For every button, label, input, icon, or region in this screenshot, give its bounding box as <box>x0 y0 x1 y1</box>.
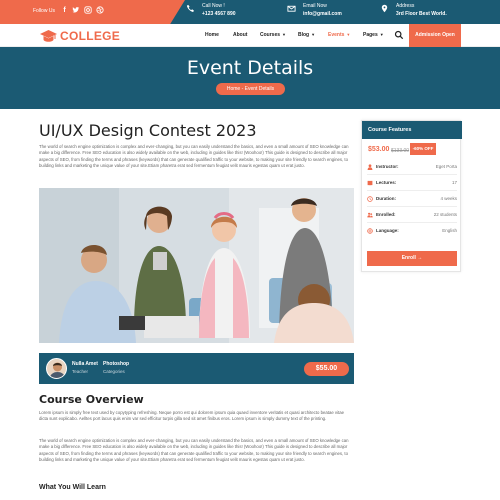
instructor-bar: Nulla Amet Teacher Photoshop Categories … <box>39 353 354 384</box>
overview-paragraph-1: Lorem ipsum is simply free text used by … <box>39 410 345 422</box>
feature-row-instructor: Instructor: Eget Porta <box>367 159 457 175</box>
call-value[interactable]: +123 4567 890 <box>202 11 236 17</box>
feature-row-duration: Duration: 4 weeks <box>367 191 457 207</box>
feature-value: 17 <box>451 180 457 185</box>
sale-price: $53.00 <box>368 146 390 153</box>
course-features-card: Course Features $53.00 $133.00 -60% OFF … <box>361 120 462 272</box>
breadcrumb-separator: - <box>241 86 244 92</box>
follow-us-label: Follow Us <box>33 8 55 14</box>
admission-open-button[interactable]: Admission Open <box>409 24 461 47</box>
discount-badge: -60% OFF <box>410 143 436 155</box>
address-value: 3rd Floor Best World. <box>396 11 447 17</box>
nav-blog[interactable]: Blog ▼ <box>298 32 315 38</box>
email-value[interactable]: info@gmail.com <box>303 11 342 17</box>
user-icon <box>367 164 373 170</box>
feature-row-lectures: Lectures: 17 <box>367 175 457 191</box>
course-overview-heading: Course Overview <box>39 393 144 406</box>
caret-down-icon: ▼ <box>346 32 351 37</box>
feature-value: 22 students <box>433 212 457 217</box>
enroll-button[interactable]: Enroll → <box>367 251 457 266</box>
users-icon <box>367 212 373 218</box>
email-label: Email Now <box>303 3 327 9</box>
email-info[interactable]: Email Now info@gmail.com <box>287 3 342 17</box>
clock-icon <box>367 196 373 202</box>
mail-icon <box>287 5 296 12</box>
search-icon[interactable] <box>394 30 404 40</box>
address-label: Address <box>396 3 415 9</box>
page-hero: Event Details Home - Event Details <box>0 47 500 109</box>
twitter-icon[interactable] <box>71 6 80 15</box>
instagram-icon[interactable] <box>83 6 92 15</box>
address-info: Address 3rd Floor Best World. <box>381 3 447 17</box>
nav-courses[interactable]: Courses ▼ <box>260 32 286 38</box>
facebook-icon[interactable]: f <box>60 6 69 15</box>
graduation-cap-icon <box>40 30 57 42</box>
feature-row-language: Language: English <box>367 223 457 239</box>
students-image <box>39 188 354 343</box>
page-title: Event Details <box>186 57 314 79</box>
what-you-will-learn-heading: What You Will Learn <box>39 484 106 491</box>
feature-row-enrolled: Enrolled: 22 students <box>367 207 457 223</box>
breadcrumb-current: Event Details <box>244 86 275 92</box>
caret-down-icon: ▼ <box>379 32 384 37</box>
call-label: Call Now ! <box>202 3 225 9</box>
top-bar: Follow Us f Call Now ! +123 4567 890 Ema… <box>0 0 500 24</box>
nav-events[interactable]: Events ▼ <box>328 32 350 38</box>
original-price: $133.00 <box>391 148 410 154</box>
instructor-name[interactable]: Nulla Amet <box>72 361 98 367</box>
instructor-role: Teacher <box>72 369 89 374</box>
category-name[interactable]: Photoshop <box>103 361 129 367</box>
nav-about[interactable]: About <box>233 32 247 38</box>
course-features-title: Course Features <box>362 121 462 139</box>
nav-home[interactable]: Home <box>205 32 219 38</box>
globe-icon <box>367 228 373 234</box>
event-title: UI/UX Design Contest 2023 <box>39 121 257 140</box>
caret-down-icon: ▼ <box>311 32 316 37</box>
logo-text: COLLEGE <box>60 29 121 43</box>
avatar[interactable] <box>46 358 67 379</box>
overview-paragraph-2: The world of search engine optimization … <box>39 438 349 463</box>
social-bar <box>0 0 185 24</box>
feature-value: 4 weeks <box>440 196 457 201</box>
nav-pages[interactable]: Pages ▼ <box>363 32 384 38</box>
book-icon <box>367 180 373 186</box>
category-label: Categories <box>103 369 125 374</box>
breadcrumb: Home - Event Details <box>216 83 285 95</box>
price-badge: $55.00 <box>304 362 349 376</box>
location-pin-icon <box>381 4 388 13</box>
dribbble-icon[interactable] <box>95 6 104 15</box>
arrow-right-icon: → <box>417 255 423 261</box>
breadcrumb-home[interactable]: Home <box>227 86 240 92</box>
feature-value: English <box>442 228 457 233</box>
caret-down-icon: ▼ <box>282 32 286 37</box>
phone-icon <box>186 4 194 13</box>
call-info[interactable]: Call Now ! +123 4567 890 <box>186 3 236 17</box>
feature-value: Eget Porta <box>435 164 457 169</box>
event-intro: The world of search engine optimization … <box>39 144 349 169</box>
event-photo <box>39 188 354 343</box>
